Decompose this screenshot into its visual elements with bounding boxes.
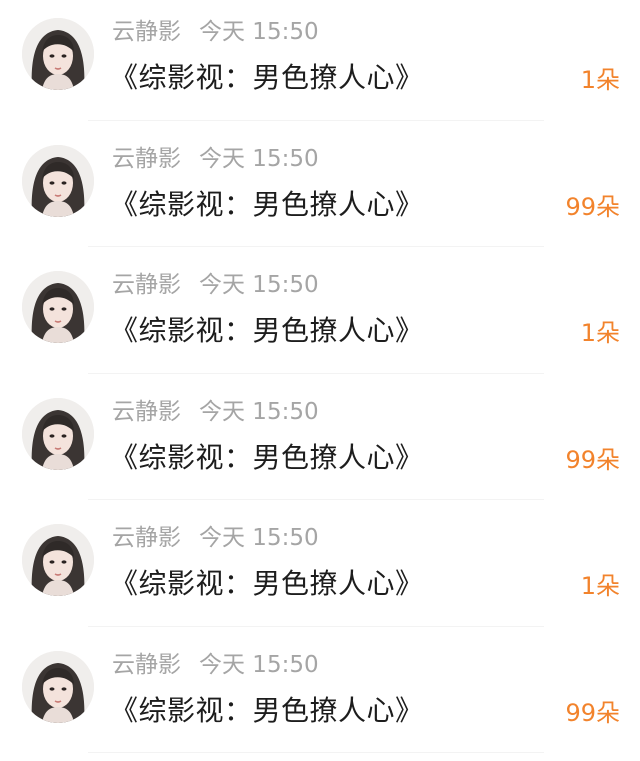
flower-count: 99朵 [565, 698, 620, 727]
avatar[interactable] [22, 524, 94, 596]
avatar-portrait-icon [22, 524, 94, 596]
item-meta: 云静影 今天 15:50 [112, 269, 319, 301]
list-item[interactable]: 云静影 今天 15:50 《综影视：男色撩人心》 1朵 [0, 0, 640, 127]
divider [88, 372, 544, 374]
flower-count: 99朵 [565, 192, 620, 221]
list-item[interactable]: 云静影 今天 15:50 《综影视：男色撩人心》 99朵 [0, 380, 640, 507]
flower-count: 99朵 [565, 445, 620, 474]
avatar[interactable] [22, 397, 94, 470]
timestamp: 今天 15:50 [199, 19, 319, 45]
item-meta: 云静影 今天 15:50 [112, 143, 319, 175]
item-meta: 云静影 今天 15:50 [112, 396, 319, 428]
user-name: 云静影 [112, 145, 181, 172]
avatar-portrait-icon [22, 397, 94, 470]
book-title: 《综影视：男色撩人心》 [110, 440, 424, 474]
book-title: 《综影视：男色撩人心》 [110, 187, 424, 221]
divider [88, 499, 544, 500]
divider [88, 119, 544, 121]
flower-count: 1朵 [580, 572, 620, 600]
user-name: 云静影 [112, 19, 181, 45]
list-item[interactable]: 云静影 今天 15:50 《综影视：男色撩人心》 99朵 [0, 127, 640, 254]
book-title: 《综影视：男色撩人心》 [110, 693, 424, 727]
book-title: 《综影视：男色撩人心》 [110, 61, 424, 94]
timestamp: 今天 15:50 [199, 525, 319, 551]
book-title: 《综影视：男色撩人心》 [110, 314, 424, 347]
avatar-portrait-icon [22, 650, 94, 723]
list-item[interactable]: 云静影 今天 15:50 《综影视：男色撩人心》 1朵 [0, 253, 640, 380]
user-name: 云静影 [112, 398, 181, 425]
avatar[interactable] [22, 144, 94, 217]
list-item[interactable]: 云静影 今天 15:50 《综影视：男色撩人心》 99朵 [0, 633, 640, 760]
timestamp: 今天 15:50 [199, 272, 319, 298]
avatar-portrait-icon [22, 271, 94, 343]
avatar[interactable] [22, 650, 94, 723]
item-meta: 云静影 今天 15:50 [112, 522, 319, 554]
user-name: 云静影 [112, 272, 181, 298]
item-meta: 云静影 今天 15:50 [112, 649, 319, 681]
divider [88, 625, 544, 627]
user-name: 云静影 [112, 525, 181, 551]
timestamp: 今天 15:50 [199, 145, 319, 172]
flower-count: 1朵 [580, 66, 620, 94]
list-item[interactable]: 云静影 今天 15:50 《综影视：男色撩人心》 1朵 [0, 506, 640, 633]
timestamp: 今天 15:50 [199, 398, 319, 425]
gift-list: 云静影 今天 15:50 《综影视：男色撩人心》 1朵 云静影 今天 15:50 《… [0, 0, 640, 759]
item-meta: 云静影 今天 15:50 [112, 16, 319, 48]
avatar[interactable] [22, 271, 94, 343]
avatar-portrait-icon [22, 18, 94, 90]
user-name: 云静影 [112, 651, 181, 678]
divider [88, 752, 544, 753]
timestamp: 今天 15:50 [199, 651, 319, 678]
book-title: 《综影视：男色撩人心》 [110, 567, 424, 600]
avatar-portrait-icon [22, 144, 94, 217]
avatar[interactable] [22, 18, 94, 90]
flower-count: 1朵 [580, 319, 620, 347]
divider [88, 246, 544, 247]
